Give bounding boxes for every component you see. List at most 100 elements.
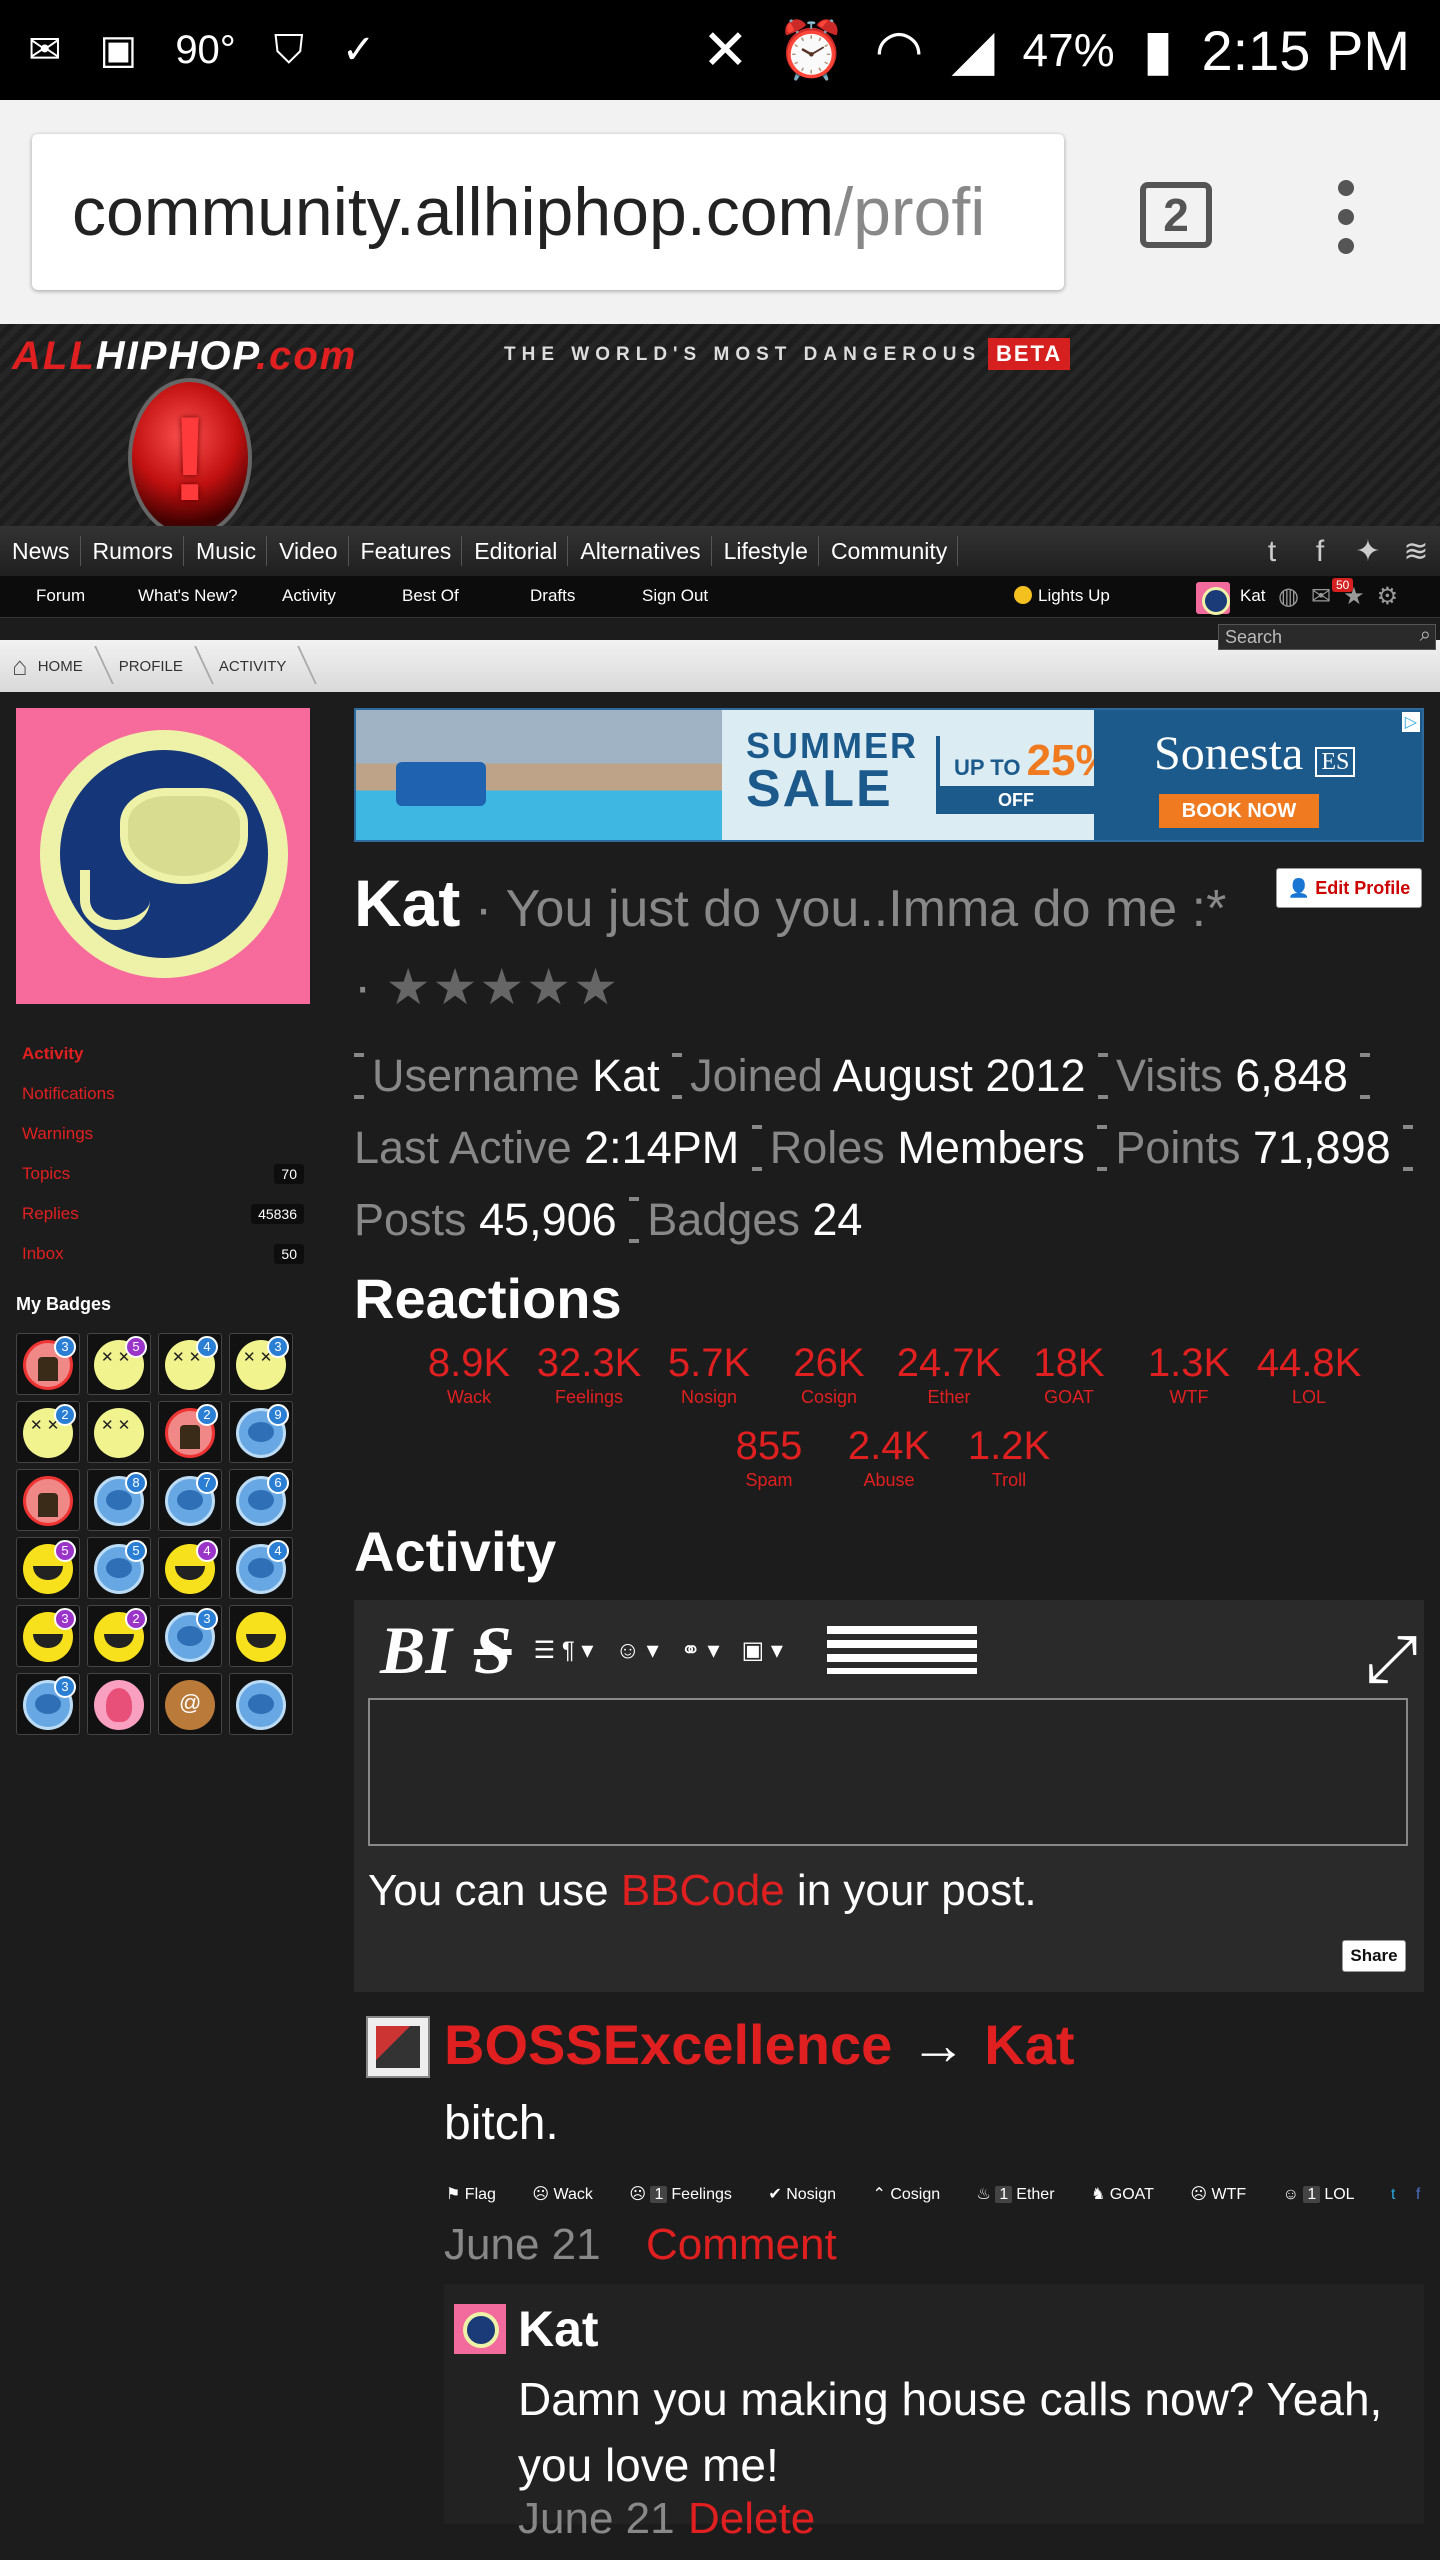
cosign-button[interactable]: ⌃ Cosign xyxy=(872,2186,956,2203)
site-logo[interactable]: ALLHIPHOP.com xyxy=(12,334,357,379)
reaction-troll[interactable]: 1.2K Troll xyxy=(949,1422,1069,1491)
nav-editorial[interactable]: Editorial xyxy=(462,536,569,566)
search-input[interactable]: Search xyxy=(1218,623,1436,650)
link-icon[interactable]: ⚭ ▾ xyxy=(681,1636,720,1665)
post-author[interactable]: BOSSExcellence xyxy=(444,2013,892,2076)
nav-community[interactable]: Community xyxy=(819,536,959,566)
ether-button[interactable]: ♨ 1 Ether xyxy=(977,2186,1071,2203)
reaction-feelings[interactable]: 32.3K Feelings xyxy=(529,1339,649,1408)
lol-button[interactable]: ☺ 1 LOL xyxy=(1283,2186,1371,2203)
sonesta-ad-banner[interactable]: SUMMER SALE UP TO 25% OFF Sonesta ES BOOK… xyxy=(354,708,1424,842)
subnav-sign-out[interactable]: Sign Out xyxy=(642,586,708,606)
badge-chat[interactable]: 6 xyxy=(229,1469,293,1531)
comment-author[interactable]: Kat xyxy=(518,2300,599,2358)
comment-avatar[interactable] xyxy=(454,2304,506,2354)
subnav-best-of[interactable]: Best Of xyxy=(402,586,459,606)
subnav-activity[interactable]: Activity xyxy=(282,586,336,606)
badge-chat[interactable]: 8 xyxy=(87,1469,151,1531)
reaction-wtf[interactable]: 1.3K WTF xyxy=(1129,1339,1249,1408)
reaction-goat[interactable]: 18K GOAT xyxy=(1009,1339,1129,1408)
menu-topics[interactable]: Topics 70 xyxy=(16,1154,310,1194)
nav-features[interactable]: Features xyxy=(349,536,463,566)
globe-icon[interactable]: ◍ xyxy=(1278,582,1299,612)
badge-dead[interactable] xyxy=(87,1401,151,1463)
menu-warnings[interactable]: Warnings xyxy=(16,1114,310,1154)
nav-rumors[interactable]: Rumors xyxy=(81,536,185,566)
edit-profile-button[interactable]: 👤 Edit Profile xyxy=(1276,868,1422,908)
nav-video[interactable]: Video xyxy=(267,536,349,566)
badge-laugh[interactable]: 4 xyxy=(158,1537,222,1599)
nav-lifestyle[interactable]: Lifestyle xyxy=(712,536,819,566)
twitter-share-icon[interactable]: t xyxy=(1391,2186,1395,2203)
badge-chat[interactable]: 4 xyxy=(229,1537,293,1599)
badge-dead[interactable]: 5 xyxy=(87,1333,151,1395)
strikethrough-button[interactable]: S xyxy=(474,1611,512,1690)
subnav-drafts[interactable]: Drafts xyxy=(530,586,575,606)
bold-button[interactable]: BI xyxy=(380,1611,452,1690)
profile-avatar[interactable] xyxy=(16,708,310,1004)
badge-chat[interactable]: 7 xyxy=(158,1469,222,1531)
post-target[interactable]: Kat xyxy=(984,2013,1074,2076)
menu-activity[interactable]: Activity xyxy=(16,1034,310,1074)
lights-up-toggle[interactable]: Lights Up xyxy=(1014,586,1110,606)
image-icon[interactable]: ▣ ▾ xyxy=(742,1636,783,1665)
wack-button[interactable]: ☹ Wack xyxy=(532,2186,609,2203)
flag-button[interactable]: ⚑ Flag xyxy=(446,2186,512,2203)
menu-replies[interactable]: Replies 45836 xyxy=(16,1194,310,1234)
reaction-abuse[interactable]: 2.4K Abuse xyxy=(829,1422,949,1491)
reaction-ether[interactable]: 24.7K Ether xyxy=(889,1339,1009,1408)
home-icon[interactable]: ⌂ xyxy=(12,651,28,682)
expand-icon[interactable]: ⤢ xyxy=(1365,1620,1418,1699)
badge-laugh[interactable] xyxy=(229,1605,293,1667)
share-button[interactable]: Share xyxy=(1342,1940,1406,1972)
badge-chat[interactable] xyxy=(229,1673,293,1735)
badge-laugh[interactable]: 2 xyxy=(87,1605,151,1667)
subnav-forum[interactable]: Forum xyxy=(36,586,85,606)
goat-button[interactable]: ♞ GOAT xyxy=(1091,2186,1170,2203)
reaction-wack[interactable]: 8.9K Wack xyxy=(409,1339,529,1408)
badge-chat[interactable]: 5 xyxy=(87,1537,151,1599)
feelings-button[interactable]: ☹ 1 Feelings xyxy=(629,2186,748,2203)
myspace-icon[interactable]: ✦ xyxy=(1350,534,1386,570)
twitter-icon[interactable]: t xyxy=(1254,534,1290,570)
badge-tomb[interactable] xyxy=(16,1469,80,1531)
badge-tomb[interactable]: 2 xyxy=(158,1401,222,1463)
settings-icon[interactable]: ⚙ xyxy=(1377,582,1399,612)
rss-icon[interactable]: ≋ xyxy=(1398,534,1434,570)
inbox-icon[interactable]: ✉ xyxy=(1311,582,1331,612)
badge-chat[interactable]: 3 xyxy=(158,1605,222,1667)
badge-chat[interactable]: 9 xyxy=(229,1401,293,1463)
reaction-nosign[interactable]: 5.7K Nosign xyxy=(649,1339,769,1408)
breadcrumb-activity[interactable]: ACTIVITY xyxy=(209,658,313,675)
reaction-cosign[interactable]: 26K Cosign xyxy=(769,1339,889,1408)
tab-switcher-button[interactable]: 2 xyxy=(1140,182,1212,248)
breadcrumb-profile[interactable]: PROFILE xyxy=(109,658,209,675)
user-name[interactable]: Kat xyxy=(1240,586,1266,606)
emoji-icon[interactable]: ☺ ▾ xyxy=(615,1636,658,1665)
nav-alternatives[interactable]: Alternatives xyxy=(568,536,712,566)
user-avatar[interactable] xyxy=(1196,582,1230,615)
reaction-spam[interactable]: 855 Spam xyxy=(709,1422,829,1491)
align-icon[interactable] xyxy=(826,1626,977,1674)
breadcrumb-home[interactable]: HOME xyxy=(28,658,109,675)
menu-notifications[interactable]: Notifications xyxy=(16,1074,310,1114)
badge-dead[interactable]: 3 xyxy=(229,1333,293,1395)
nav-music[interactable]: Music xyxy=(184,536,268,566)
url-bar[interactable]: community.allhiphop.com/profi xyxy=(32,134,1064,290)
bbcode-link[interactable]: BBCode xyxy=(621,1866,785,1915)
facebook-icon[interactable]: f xyxy=(1302,534,1338,570)
reaction-lol[interactable]: 44.8K LOL xyxy=(1249,1339,1369,1408)
status-textarea[interactable] xyxy=(368,1698,1408,1846)
book-now-button[interactable]: BOOK NOW xyxy=(1159,794,1319,828)
menu-inbox[interactable]: Inbox 50 xyxy=(16,1234,310,1274)
subnav-whats-new[interactable]: What's New? xyxy=(138,586,238,606)
comment-link[interactable]: Comment xyxy=(646,2220,837,2270)
exclamation-logo-icon[interactable] xyxy=(128,378,252,538)
badge-dead[interactable]: 4 xyxy=(158,1333,222,1395)
facebook-share-icon[interactable]: f xyxy=(1416,2186,1420,2203)
post-author-avatar[interactable] xyxy=(366,2016,430,2078)
badge-tomb[interactable]: 3 xyxy=(16,1333,80,1395)
badge-laugh[interactable]: 3 xyxy=(16,1605,80,1667)
adchoices-icon[interactable]: ▷ xyxy=(1401,712,1420,732)
badge-note[interactable] xyxy=(158,1673,222,1735)
